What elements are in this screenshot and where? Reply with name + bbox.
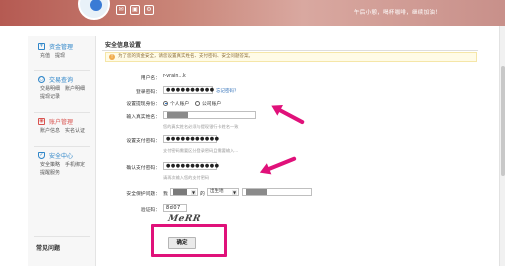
captcha-label: 验证码：	[140, 208, 160, 213]
sidebar-divider	[34, 70, 90, 71]
login-password-label: 登录密码：	[136, 90, 160, 95]
sidebar-divider	[34, 112, 90, 113]
sidebar-link-reminder[interactable]: 提醒服务	[40, 170, 60, 176]
pay-password-hint: 支付密码需要区分登录密码且需要输入...	[163, 148, 239, 153]
username-label: 用户名：	[140, 76, 160, 81]
captcha-input[interactable]: 8d07	[163, 204, 187, 212]
sidebar-link-recharge[interactable]: 充值	[40, 53, 50, 59]
realname-input[interactable]	[163, 111, 256, 119]
sidebar-heading-account[interactable]: ◉ 账户管理	[28, 115, 96, 127]
bookmark-icon[interactable]: ▣	[130, 5, 140, 15]
security-answer-input[interactable]	[242, 188, 312, 196]
security-question-select-1[interactable]: ▼	[170, 188, 198, 196]
radio-selected-icon[interactable]	[163, 100, 168, 106]
sidebar-heading-security[interactable]: ✓ 安全中心	[28, 149, 96, 161]
identity-label: 设置提现身份：	[126, 102, 160, 107]
sidebar-link-trade-detail[interactable]: 交易明细	[40, 86, 60, 92]
sidebar-link-realname[interactable]: 实名认证	[65, 128, 85, 134]
settings-icon[interactable]: ⚙	[144, 5, 154, 15]
identity-company-option[interactable]: 公司账户	[195, 100, 221, 107]
sidebar-link-withdraw[interactable]: 提现	[55, 53, 65, 59]
security-question-label: 安全保护问题：	[126, 192, 160, 197]
notice-text: 为了您的资金安全，请您设置真实姓名、支付密码、安全问题答案。	[118, 54, 253, 59]
confirm-pay-password-input[interactable]: ●●●●●●●●●●●	[163, 162, 219, 170]
title-divider	[102, 50, 478, 51]
username-value: r-vrain...k	[163, 74, 186, 79]
login-password-input[interactable]: ●●●●●●●●●●	[163, 86, 214, 94]
captcha-image[interactable]: MeRR	[167, 214, 201, 224]
confirm-pay-password-label: 确认支付密码：	[126, 166, 160, 171]
search-icon: ○	[38, 75, 45, 83]
sidebar-group-security: ✓ 安全中心 安全策略 手机绑定 提醒服务	[28, 149, 96, 177]
chevron-down-icon: ▼	[232, 190, 237, 195]
select-value-masked	[173, 189, 187, 195]
sidebar-heading-funds[interactable]: ¥ 资金管理	[28, 40, 96, 52]
chevron-down-icon: ▼	[191, 190, 196, 195]
sidebar-group-funds: ¥ 资金管理 充值 提现	[28, 40, 96, 60]
sidebar: ¥ 资金管理 充值 提现 ○ 交易查询 交易明细 账户明细 提现记录 ◉ 账户管理 账户信…	[28, 36, 96, 266]
sidebar-divider	[34, 146, 90, 147]
sidebar-group-trade: ○ 交易查询 交易明细 账户明细 提现记录	[28, 73, 96, 101]
realname-hint: 您的真实姓名必须与提现银行卡姓名一致	[163, 124, 239, 129]
confirm-pay-password-hint: 请再次输入您的支付密码	[163, 175, 210, 180]
confirm-button[interactable]: 确定	[168, 237, 196, 249]
sidebar-link-account-info[interactable]: 账户信息	[40, 128, 60, 134]
security-question-select-2[interactable]: 出生地 ▼	[207, 188, 239, 196]
shield-icon: ✓	[38, 151, 45, 159]
pay-password-input[interactable]: ●●●●●●●●●●●	[163, 135, 219, 143]
forgot-password-link[interactable]: 忘记密码？	[216, 88, 239, 94]
sidebar-link-security-policy[interactable]: 安全策略	[40, 162, 60, 168]
page-title: 安全信息设置	[105, 42, 142, 49]
sidebar-group-account: ◉ 账户管理 账户信息 实名认证	[28, 115, 96, 135]
identity-personal-option[interactable]: 个人账户	[163, 100, 189, 107]
sidebar-link-phone-bind[interactable]: 手机绑定	[65, 162, 85, 168]
sidebar-link-account-detail[interactable]: 账户明细	[65, 86, 85, 92]
notice-bar: ! 为了您的资金安全，请您设置真实姓名、支付密码、安全问题答案。	[105, 52, 477, 62]
info-icon: !	[109, 54, 115, 60]
header-banner: ✉ ▣ ⚙ 午后小憩，喝杯咖啡，继续加油！	[0, 0, 505, 26]
message-icon[interactable]: ✉	[116, 5, 126, 15]
radio-icon[interactable]	[195, 100, 200, 106]
user-icon: ◉	[38, 117, 45, 125]
sidebar-heading-trade[interactable]: ○ 交易查询	[28, 73, 96, 85]
realname-label: 输入真实姓名：	[126, 115, 160, 120]
security-question-mid: 的	[200, 192, 205, 197]
sidebar-link-withdraw-record[interactable]: 提现记录	[40, 94, 60, 100]
scrollbar-thumb[interactable]	[501, 66, 505, 176]
page-scrollbar[interactable]	[499, 26, 505, 266]
security-question-prefix: 我	[163, 192, 168, 197]
pay-password-label: 设置支付密码：	[126, 139, 160, 144]
wallet-icon: ¥	[38, 42, 45, 50]
banner-icon-group: ✉ ▣ ⚙	[116, 5, 154, 15]
banner-tagline: 午后小憩，喝杯咖啡，继续加油！	[353, 10, 441, 16]
sidebar-divider	[34, 236, 90, 237]
avatar[interactable]	[78, 0, 110, 20]
faq-heading[interactable]: 常见问题	[36, 243, 60, 252]
